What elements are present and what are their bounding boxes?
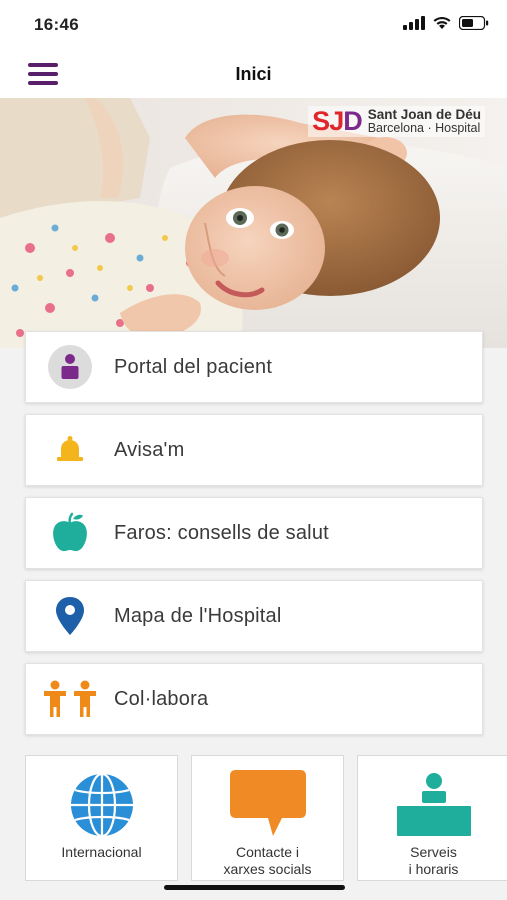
menu-item-label: Avisa'm [114, 438, 185, 461]
tile-contacte[interactable]: Contacte i xarxes socials [191, 755, 344, 881]
page-title: Inici [235, 64, 272, 84]
tile-serveis-horaris[interactable]: Serveis i horaris [357, 755, 507, 881]
menu-item-avisam[interactable]: Avisa'm [25, 414, 483, 486]
speech-bubble-icon [229, 770, 306, 836]
apple-icon [53, 512, 87, 552]
menu-item-faros[interactable]: Faros: consells de salut [25, 497, 483, 569]
reception-desk-icon [396, 773, 471, 836]
menu-item-mapa-hospital[interactable]: Mapa de l'Hospital [25, 580, 483, 652]
tile-label: Internacional [61, 844, 142, 860]
tile-label: Serveis i horaris [408, 844, 459, 877]
nav-bar: Inici [0, 50, 507, 98]
tile-internacional[interactable]: Internacional [25, 755, 178, 881]
map-pin-icon [56, 597, 84, 635]
menu-item-label: Mapa de l'Hospital [114, 604, 282, 627]
sjd-logo: SJD Sant Joan de Déu Barcelona · Hospita… [308, 106, 485, 138]
battery-icon [459, 16, 489, 30]
menu-item-label: Col·labora [114, 687, 209, 710]
status-icons [403, 16, 489, 30]
menu-item-label: Faros: consells de salut [114, 521, 329, 544]
patient-portal-icon [48, 345, 92, 389]
globe-icon [70, 772, 133, 838]
menu-item-label: Portal del pacient [114, 355, 273, 378]
home-indicator[interactable] [164, 885, 345, 890]
hero-image: SJD Sant Joan de Déu Barcelona · Hospita… [0, 98, 507, 348]
sjd-logo-subtitle: Barcelona · Hospital [367, 121, 481, 136]
tile-label: Contacte i xarxes socials [223, 844, 312, 877]
bell-icon [57, 436, 83, 461]
wifi-icon [433, 16, 451, 29]
menu-item-collabora[interactable]: Col·labora [25, 663, 483, 735]
children-icon [44, 680, 96, 717]
menu-item-portal-del-pacient[interactable]: Portal del pacient [25, 331, 483, 403]
sjd-logo-name: Sant Joan de Déu [367, 107, 481, 122]
sjd-logo-mark: SJD [312, 106, 363, 137]
main-menu-list: Portal del pacient Avisa'm Faros: consel… [25, 331, 483, 746]
signal-icon [403, 16, 425, 30]
status-time: 16:46 [34, 15, 79, 34]
tiles-row: Internacional Contacte i xarxes socials … [25, 755, 507, 882]
status-bar: 16:46 [0, 0, 507, 50]
